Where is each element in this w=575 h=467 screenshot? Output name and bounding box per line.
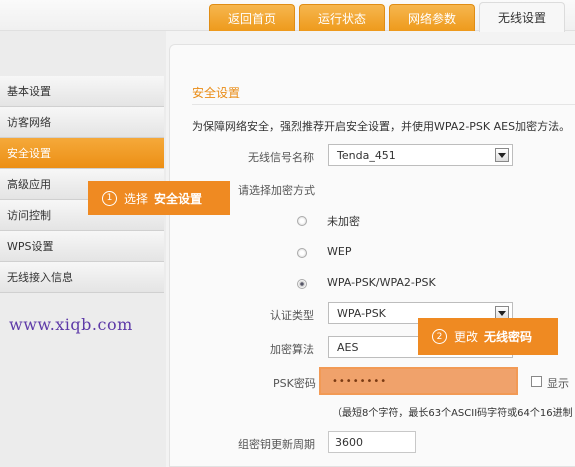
show-password-checkbox[interactable]	[531, 376, 542, 387]
ssid-label: 无线信号名称	[248, 151, 314, 164]
psk-label: PSK密码	[273, 377, 316, 390]
sidebar-item-clients[interactable]: 无线接入信息	[0, 262, 164, 293]
tab-home[interactable]: 返回首页	[209, 4, 295, 31]
callout-text: 选择	[124, 191, 149, 206]
tab-wireless[interactable]: 无线设置	[479, 2, 565, 32]
callout-bold-text: 无线密码	[484, 330, 533, 344]
sidebar-item-label: 访问控制	[7, 209, 51, 222]
security-description: 为保障网络安全，强烈推荐开启安全设置，并使用WPA2-PSK AES加密方法。	[192, 120, 571, 133]
encryption-label: 请选择加密方式	[238, 184, 315, 197]
sidebar-item-guest[interactable]: 访客网络	[0, 107, 164, 138]
radio-wep[interactable]	[297, 248, 307, 258]
psk-hint: （最短8个字符，最长63个ASCII码字符或64个16进制	[332, 408, 573, 419]
rekey-value: 3600	[335, 435, 363, 449]
top-nav-bar: 返回首页 运行状态 网络参数 无线设置	[0, 0, 575, 32]
radio-wpa-label: WPA-PSK/WPA2-PSK	[327, 276, 436, 289]
step-number-icon: 1	[102, 190, 117, 206]
radio-wep-label: WEP	[327, 245, 352, 258]
radio-no-encryption-label: 未加密	[327, 215, 360, 228]
sidebar-item-wps[interactable]: WPS设置	[0, 231, 164, 262]
ssid-value: Tenda_451	[337, 148, 396, 162]
sidebar-item-label: 高级应用	[7, 178, 51, 191]
watermark: www.xiqb.com	[9, 315, 133, 334]
callout-text: 更改	[454, 330, 479, 344]
callout-change-password: 2 更改 无线密码	[418, 318, 558, 355]
callout-bold-text: 安全设置	[154, 191, 203, 206]
show-password-label: 显示	[547, 377, 569, 390]
step-number-icon: 2	[432, 329, 447, 344]
sidebar-item-label: WPS设置	[7, 240, 54, 253]
auth-type-label: 认证类型	[270, 309, 314, 322]
tab-network[interactable]: 网络参数	[389, 4, 475, 31]
sidebar-item-label: 无线接入信息	[7, 271, 73, 284]
radio-no-encryption[interactable]	[297, 216, 307, 226]
ssid-select[interactable]: Tenda_451	[328, 144, 513, 166]
rekey-input[interactable]: 3600	[328, 431, 416, 453]
page-title: 安全设置	[192, 86, 241, 100]
sidebar-item-label: 访客网络	[7, 116, 51, 129]
psk-value: ••••••••	[332, 375, 388, 387]
radio-wpa[interactable]	[297, 279, 307, 289]
psk-password-input[interactable]: ••••••••	[326, 371, 514, 391]
sidebar-item-label: 基本设置	[7, 85, 51, 98]
algorithm-value: AES	[337, 340, 359, 354]
auth-type-value: WPA-PSK	[337, 306, 386, 320]
rekey-label: 组密钥更新周期	[238, 438, 315, 451]
callout-select-security: 1 选择 安全设置	[88, 181, 230, 215]
sidebar-item-security[interactable]: 安全设置	[0, 138, 164, 169]
sidebar-item-label: 安全设置	[7, 147, 51, 160]
title-divider	[192, 104, 575, 105]
tab-status[interactable]: 运行状态	[299, 4, 385, 31]
sidebar-item-basic[interactable]: 基本设置	[0, 76, 164, 107]
algorithm-label: 加密算法	[270, 343, 314, 356]
chevron-down-icon	[495, 148, 509, 162]
